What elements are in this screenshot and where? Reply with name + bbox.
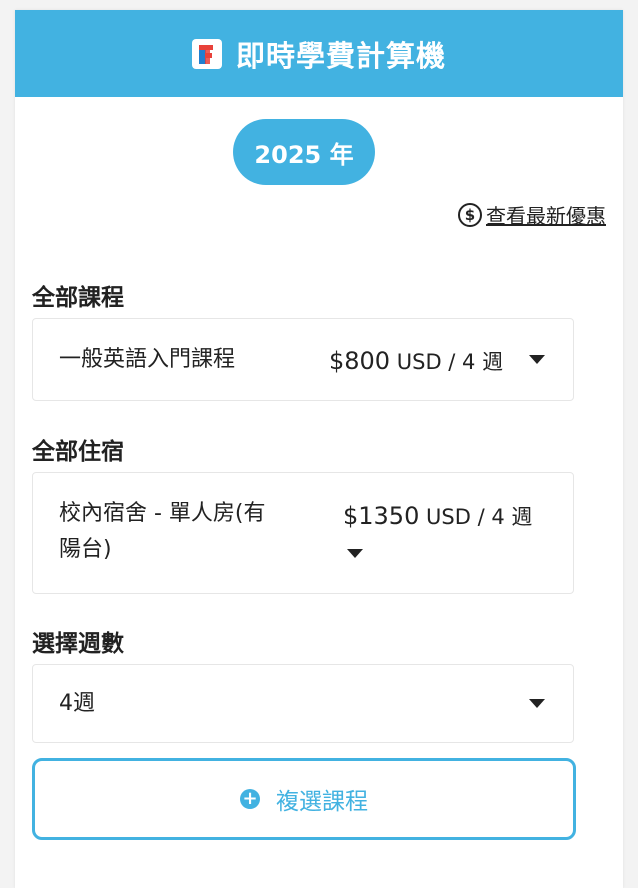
plus-circle-icon: + [240,789,260,809]
courses-label: 全部課程 [32,285,124,311]
add-course-button[interactable]: + 複選課程 [32,758,576,840]
page-title: 即時學費計算機 [235,38,446,73]
course-price-unit: USD / 4 週 [390,350,504,374]
chevron-down-icon [347,549,363,558]
course-name: 一般英語入門課程 [59,347,236,372]
weeks-label: 選擇週數 [32,631,124,657]
accommodation-price: $1350 USD / 4 週 [343,498,532,535]
accommodation-price-amount: $1350 [343,502,420,530]
add-course-label: 複選課程 [276,789,368,815]
accommodation-price-unit: USD / 4 週 [419,505,533,529]
accommodation-label: 全部住宿 [32,439,124,465]
accommodation-select[interactable]: 校內宿舍 - 單人房(有 陽台) $1350 USD / 4 週 [32,472,574,594]
latest-offers-link[interactable]: $ 查看最新優惠 [458,200,606,229]
chevron-down-icon [529,355,545,364]
course-price-amount: $800 [329,347,391,375]
dollar-circle-icon: $ [458,202,482,227]
latest-offers-label: 查看最新優惠 [486,204,606,228]
accommodation-name-line1: 校內宿舍 - 單人房(有 [59,501,266,526]
accommodation-name-line2: 陽台) [59,537,112,562]
year-label: 2025 年 [254,140,354,169]
brand-logo-icon [191,38,222,69]
year-selector-button[interactable]: 2025 年 [233,119,375,185]
header-bar: 即時學費計算機 [15,10,623,97]
weeks-select[interactable]: 4週 [32,664,574,743]
course-select[interactable]: 一般英語入門課程 $800 USD / 4 週 [32,318,574,401]
weeks-value: 4週 [59,691,95,716]
course-price: $800 USD / 4 週 [329,343,503,380]
chevron-down-icon [529,699,545,708]
